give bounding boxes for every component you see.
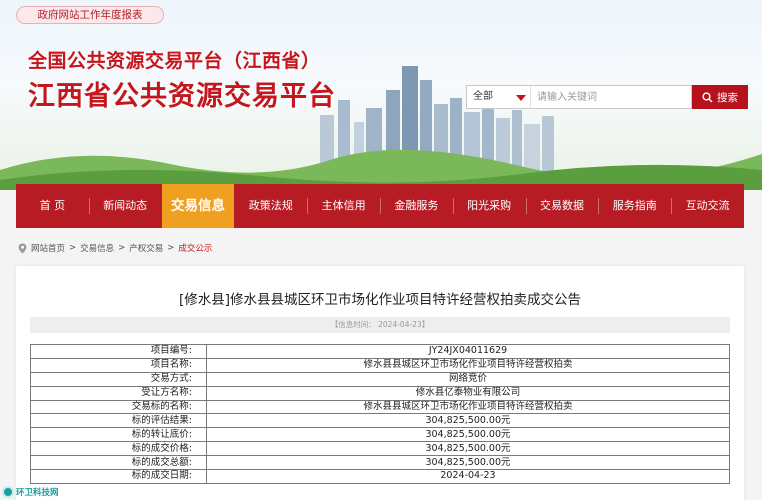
breadcrumb-property-trade[interactable]: 产权交易 (129, 242, 163, 254)
search-button-label: 搜索 (717, 91, 738, 104)
table-value: 304,825,500.00元 (206, 441, 730, 457)
table-row: 标的成交总额: 304,825,500.00元 (30, 455, 730, 471)
nav-item-home[interactable]: 首 页 (16, 184, 89, 228)
nav-item-news[interactable]: 新闻动态 (88, 184, 162, 228)
table-value: 修水县县城区环卫市场化作业项目特许经营权拍卖 (206, 399, 730, 415)
table-label: 标的成交总额: (30, 455, 207, 471)
table-value: 304,825,500.00元 (206, 427, 730, 443)
breadcrumb-separator: > (69, 243, 77, 253)
table-label: 受让方名称: (30, 385, 207, 401)
breadcrumb-separator: > (167, 243, 175, 253)
article-info-bar: 【信息时间： 2024-04-23】 (30, 317, 730, 333)
search-bar: 全部 搜索 (466, 85, 748, 109)
watermark-logo-icon (2, 486, 14, 498)
table-label: 标的成交日期: (30, 469, 207, 484)
nav-item-trade-data[interactable]: 交易数据 (525, 184, 599, 228)
table-value: 304,825,500.00元 (206, 413, 730, 429)
nav-item-finance[interactable]: 金融服务 (379, 184, 453, 228)
nav-item-procurement[interactable]: 阳光采购 (452, 184, 526, 228)
breadcrumb-current: 成交公示 (178, 244, 213, 254)
article-panel: [修水县]修水县县城区环卫市场化作业项目特许经营权拍卖成交公告 【信息时间： 2… (16, 266, 744, 500)
table-value: 修水县亿泰物业有限公司 (206, 385, 730, 401)
table-row: 交易方式: 网络竞价 (30, 371, 730, 387)
site-title: 江西省公共资源交易平台 (28, 81, 336, 112)
nav-item-policy[interactable]: 政策法规 (234, 184, 307, 228)
deal-info-table: 项目编号: JY24JX04011629 项目名称: 修水县县城区环卫市场化作业… (30, 344, 730, 484)
nav-item-service-guide[interactable]: 服务指南 (598, 184, 671, 228)
search-icon (702, 91, 713, 103)
header-banner: 政府网站工作年度报表 全国公共资源交易平台（江西省） 江西省公共资源交易平台 全… (0, 0, 762, 190)
nav-item-trade-info[interactable]: 交易信息 (161, 184, 235, 228)
nav-item-credit[interactable]: 主体信用 (307, 184, 380, 228)
table-row: 受让方名称: 修水县亿泰物业有限公司 (30, 385, 730, 401)
table-value: 304,825,500.00元 (206, 455, 730, 471)
table-row: 标的转让底价: 304,825,500.00元 (30, 427, 730, 443)
table-value: 网络竞价 (206, 371, 730, 387)
site-subtitle: 全国公共资源交易平台（江西省） (28, 50, 321, 72)
table-row: 交易标的名称: 修水县县城区环卫市场化作业项目特许经营权拍卖 (30, 399, 730, 415)
table-label: 交易方式: (30, 371, 207, 387)
table-row: 标的成交日期: 2024-04-23 (30, 469, 730, 484)
chevron-down-icon (516, 95, 526, 101)
table-value: JY24JX04011629 (206, 344, 730, 359)
table-label: 标的转让底价: (30, 427, 207, 443)
green-hills-image (0, 149, 762, 190)
breadcrumb-home[interactable]: 网站首页 (31, 242, 65, 254)
annual-report-link[interactable]: 政府网站工作年度报表 (16, 6, 164, 24)
table-row: 项目编号: JY24JX04011629 (30, 344, 730, 359)
table-value: 2024-04-23 (206, 469, 730, 484)
table-label: 标的成交价格: (30, 441, 207, 457)
table-label: 标的评估结果: (30, 413, 207, 429)
article-title: [修水县]修水县县城区环卫市场化作业项目特许经营权拍卖成交公告 (178, 292, 582, 308)
main-nav: 首 页 新闻动态 交易信息 政策法规 主体信用 金融服务 阳光采购 交易数据 服… (16, 184, 744, 228)
search-input[interactable] (530, 85, 692, 109)
table-label: 项目名称: (30, 357, 207, 373)
location-pin-icon (18, 243, 27, 253)
breadcrumb: 网站首页 > 交易信息 > 产权交易 > 成交公示 (18, 242, 212, 254)
nav-item-interaction[interactable]: 互动交流 (671, 184, 744, 228)
table-label: 交易标的名称: (30, 399, 207, 415)
watermark: 环卫科技网 (2, 486, 59, 498)
search-category-value: 全部 (473, 91, 493, 102)
table-label: 项目编号: (30, 344, 207, 359)
table-row: 标的评估结果: 304,825,500.00元 (30, 413, 730, 429)
table-row: 项目名称: 修水县县城区环卫市场化作业项目特许经营权拍卖 (30, 357, 730, 373)
table-value: 修水县县城区环卫市场化作业项目特许经营权拍卖 (206, 357, 730, 373)
breadcrumb-separator: > (118, 243, 126, 253)
table-row: 标的成交价格: 304,825,500.00元 (30, 441, 730, 457)
search-category-select[interactable]: 全部 (466, 85, 530, 109)
breadcrumb-trade-info[interactable]: 交易信息 (80, 242, 114, 254)
watermark-text: 环卫科技网 (16, 488, 59, 498)
search-button[interactable]: 搜索 (692, 85, 748, 109)
